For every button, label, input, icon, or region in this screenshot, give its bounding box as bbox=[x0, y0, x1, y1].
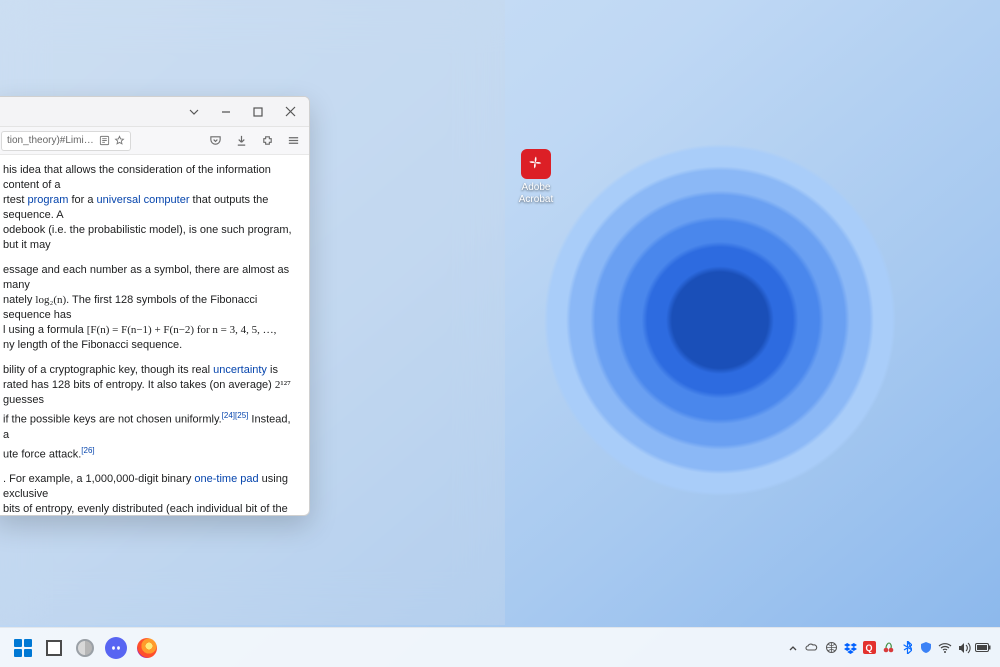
browser-button[interactable] bbox=[70, 633, 100, 663]
ref-24[interactable]: [24] bbox=[222, 411, 235, 420]
firefox-button[interactable] bbox=[132, 633, 162, 663]
security-shield-icon[interactable] bbox=[917, 634, 935, 662]
desktop-icon-label: Adobe Acrobat bbox=[519, 182, 553, 206]
window-titlebar[interactable] bbox=[0, 97, 309, 127]
language-ime-icon[interactable] bbox=[822, 634, 840, 662]
bookmark-star-icon[interactable] bbox=[114, 135, 125, 146]
ref-26[interactable]: [26] bbox=[81, 446, 94, 455]
discord-icon bbox=[105, 637, 127, 659]
hamburger-menu-icon[interactable] bbox=[283, 131, 303, 151]
red-app-icon[interactable]: Q bbox=[860, 634, 878, 662]
volume-icon[interactable] bbox=[955, 634, 973, 662]
minimize-button[interactable] bbox=[211, 99, 241, 125]
dropbox-icon[interactable] bbox=[841, 634, 859, 662]
link-uncertainty[interactable]: uncertainty bbox=[213, 364, 267, 376]
windows-icon bbox=[14, 639, 32, 657]
onedrive-icon[interactable] bbox=[803, 634, 821, 662]
battery-icon[interactable] bbox=[974, 634, 992, 662]
url-text: tion_theory)#Limitations_of_en bbox=[7, 135, 95, 146]
desktop-icon-adobe-acrobat[interactable]: Adobe Acrobat bbox=[509, 149, 563, 206]
downloads-icon[interactable] bbox=[231, 131, 251, 151]
math-fib: [F(n) = F(n−1) + F(n−2) for n = 3, 4, 5,… bbox=[87, 324, 277, 336]
page-content: his idea that allows the consideration o… bbox=[0, 155, 309, 515]
link-one-time-pad[interactable]: one-time pad bbox=[194, 473, 258, 485]
maximize-button[interactable] bbox=[243, 99, 273, 125]
ref-25[interactable]: [25] bbox=[235, 411, 248, 420]
bluetooth-icon[interactable] bbox=[898, 634, 916, 662]
firefox-icon bbox=[137, 638, 157, 658]
tabs-dropdown-button[interactable] bbox=[179, 99, 209, 125]
math-log: log₂(n) bbox=[35, 294, 66, 306]
start-button[interactable] bbox=[8, 633, 38, 663]
reader-mode-icon[interactable] bbox=[99, 135, 110, 146]
extensions-icon[interactable] bbox=[257, 131, 277, 151]
link-program[interactable]: program bbox=[27, 194, 68, 206]
close-button[interactable] bbox=[275, 99, 305, 125]
browser-window: tion_theory)#Limitations_of_en his idea … bbox=[0, 96, 310, 516]
system-tray: Q bbox=[784, 634, 992, 662]
task-view-icon bbox=[46, 640, 62, 656]
network-wifi-icon[interactable] bbox=[936, 634, 954, 662]
discord-button[interactable] bbox=[101, 633, 131, 663]
cherry-app-icon[interactable] bbox=[879, 634, 897, 662]
tray-overflow-chevron-icon[interactable] bbox=[784, 634, 802, 662]
browser-icon bbox=[76, 639, 94, 657]
pocket-icon[interactable] bbox=[205, 131, 225, 151]
math-2-127: 2¹²⁷ bbox=[275, 379, 291, 391]
url-field[interactable]: tion_theory)#Limitations_of_en bbox=[1, 131, 131, 151]
acrobat-icon bbox=[521, 149, 551, 179]
task-view-button[interactable] bbox=[39, 633, 69, 663]
address-bar: tion_theory)#Limitations_of_en bbox=[0, 127, 309, 155]
taskbar: Q bbox=[0, 627, 1000, 667]
link-universal-computer[interactable]: universal computer bbox=[97, 194, 190, 206]
